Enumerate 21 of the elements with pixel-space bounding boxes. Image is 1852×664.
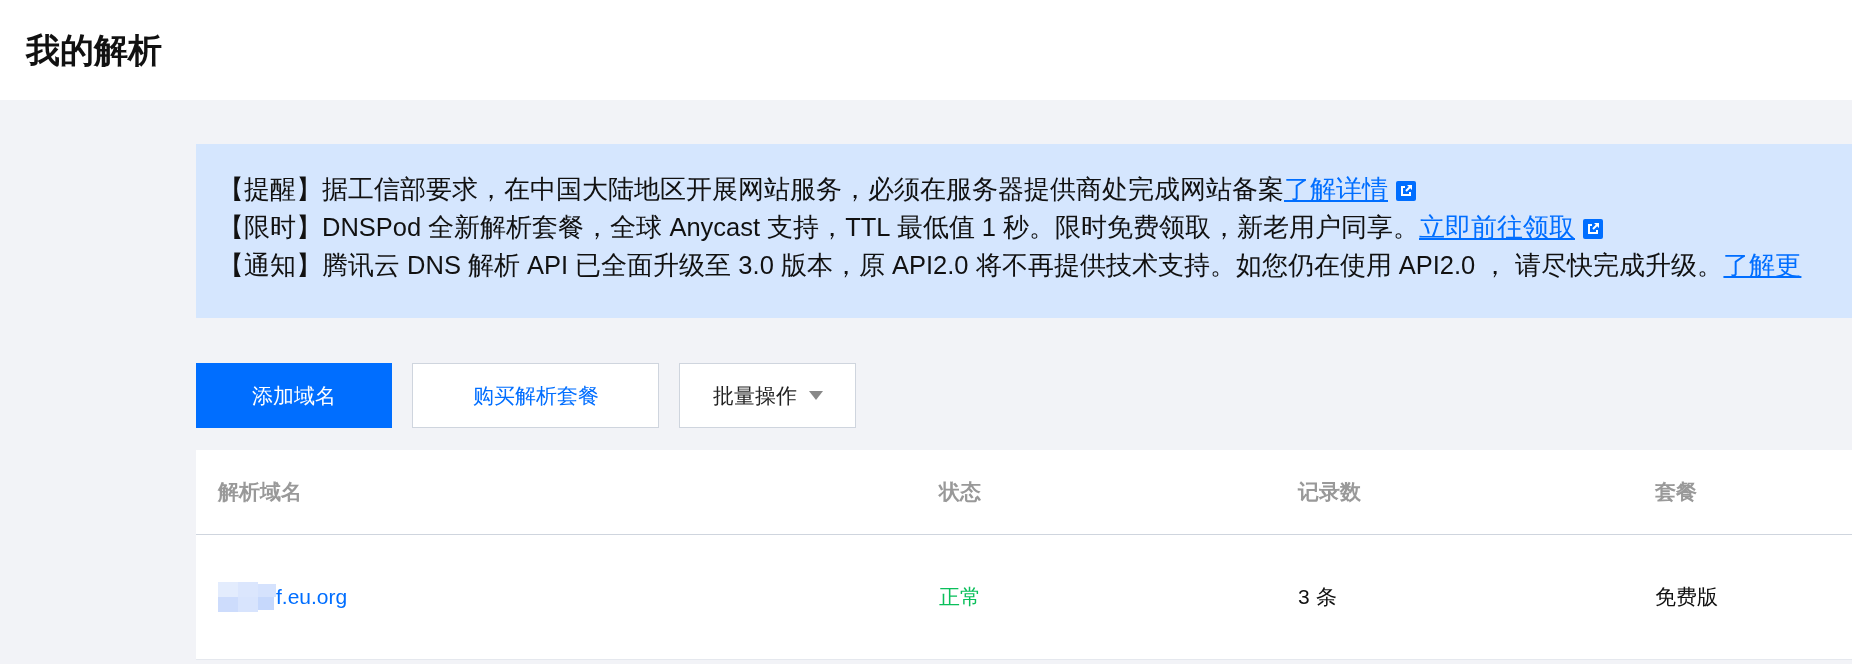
notice-link[interactable]: 了解详情: [1284, 175, 1388, 203]
plan-text: 免费版: [1654, 584, 1719, 611]
domain-link[interactable]: f.eu.org: [276, 581, 348, 613]
status-text: 正常: [938, 584, 982, 611]
batch-actions-dropdown[interactable]: 批量操作: [679, 363, 856, 428]
column-header: 状态: [937, 479, 982, 506]
page-title: 我的解析: [26, 29, 162, 71]
column-header: 套餐: [1654, 479, 1698, 506]
external-link-icon[interactable]: [1396, 181, 1416, 201]
caret-icon: [808, 391, 823, 400]
column-header: 解析域名: [216, 479, 303, 506]
notice-link[interactable]: 了解更: [1723, 251, 1802, 279]
buy-plan-button[interactable]: 购买解析套餐: [412, 363, 659, 428]
external-link-icon[interactable]: [1583, 219, 1603, 239]
notice-text: 【提醒】据工信部要求，在中国大陆地区开展网站服务，必须在服务器提供商处完成网站备案: [218, 175, 1284, 203]
notice-text: 【通知】腾讯云 DNS 解析 API 已全面升级至 3.0 版本，原 API2.0 将不再提供技术支持。如您仍在使用 API2.0 ， 请尽快完成升级。: [218, 251, 1724, 279]
column-header: 记录数: [1296, 479, 1362, 506]
add-domain-button[interactable]: 添加域名: [196, 363, 392, 428]
notice-link[interactable]: 立即前往领取: [1419, 213, 1575, 241]
notice-text: 【限时】DNSPod 全新解析套餐，全球 Anycast 支持，TTL 最低值 1 秒。限时免费领取，新老用户同享。: [218, 213, 1419, 241]
records-count: 3 条: [1297, 584, 1338, 611]
